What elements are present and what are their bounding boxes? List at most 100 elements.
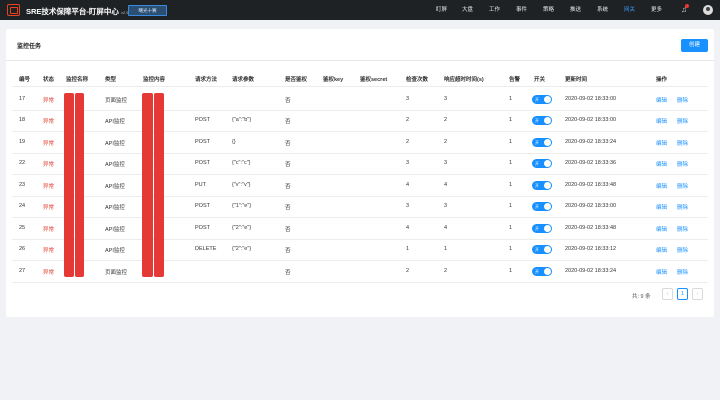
header-divider — [12, 86, 708, 87]
row-divider — [12, 217, 708, 218]
cell-status: 异常 — [43, 270, 55, 276]
cell-id: 24 — [19, 203, 26, 209]
edit-link[interactable]: 编辑 — [656, 96, 667, 104]
delete-link[interactable]: 删除 — [677, 160, 688, 168]
create-button[interactable]: 创建 — [681, 39, 708, 52]
switch-label: 开 — [535, 247, 539, 252]
edit-link[interactable]: 编辑 — [656, 225, 667, 233]
cell-auth: 否 — [285, 141, 291, 147]
enable-switch[interactable]: 开 — [532, 245, 552, 254]
row-divider — [12, 260, 708, 261]
cell-method: POST — [195, 225, 210, 231]
cell-timeout: 3 — [444, 160, 448, 166]
cell-alarm: 1 — [509, 225, 513, 231]
app-title: SRE技术保障平台-盯屏中心 v2.5.5 — [26, 7, 132, 16]
column-header-13: 开关 — [534, 77, 546, 83]
cell-method: POST — [195, 139, 210, 145]
cell-alarm: 1 — [509, 246, 513, 252]
cell-updated: 2020-09-02 18:33:24 — [565, 139, 617, 145]
cell-type: 页面监控 — [105, 98, 128, 104]
edit-link[interactable]: 编辑 — [656, 246, 667, 254]
enable-switch[interactable]: 开 — [532, 202, 552, 211]
cell-updated: 2020-09-02 18:33:48 — [565, 182, 617, 188]
cell-auth: 否 — [285, 205, 291, 211]
enable-switch[interactable]: 开 — [532, 181, 552, 190]
switch-label: 开 — [535, 97, 539, 102]
nav-item-6[interactable]: 系统 — [597, 0, 608, 20]
cell-method: DELETE — [195, 246, 217, 252]
cell-auth: 否 — [285, 270, 291, 276]
edit-link[interactable]: 编辑 — [656, 182, 667, 190]
switch-knob — [544, 160, 551, 167]
cell-status: 异常 — [43, 162, 55, 168]
cell-auth: 否 — [285, 98, 291, 104]
nav-item-3[interactable]: 事件 — [516, 0, 527, 20]
switch-knob — [544, 268, 551, 275]
next-page-button[interactable]: › — [692, 288, 703, 300]
cell-checks: 4 — [406, 225, 410, 231]
cell-params: {"v":"v"} — [232, 182, 251, 188]
cell-status: 异常 — [43, 98, 55, 104]
enable-switch[interactable]: 开 — [532, 116, 552, 125]
column-header-12: 告警 — [509, 77, 521, 83]
nav-item-1[interactable]: 大盘 — [462, 0, 473, 20]
cell-status: 异常 — [43, 141, 55, 147]
column-header-14: 更新时间 — [565, 77, 588, 83]
nav-item-2[interactable]: 工作 — [489, 0, 500, 20]
avatar-icon[interactable] — [703, 5, 713, 15]
cell-auth: 否 — [285, 162, 291, 168]
switch-label: 开 — [535, 226, 539, 231]
prev-page-button[interactable]: ‹ — [662, 288, 673, 300]
row-divider — [12, 196, 708, 197]
delete-link[interactable]: 删除 — [677, 117, 688, 125]
page-1-button[interactable]: 1 — [677, 288, 688, 300]
tenant-button[interactable]: 曙光十赛 — [128, 5, 167, 16]
logo-icon — [7, 4, 20, 16]
delete-link[interactable]: 删除 — [677, 225, 688, 233]
pagination-total: 共: 9 条 — [632, 294, 651, 300]
cell-id: 23 — [19, 182, 26, 188]
edit-link[interactable]: 编辑 — [656, 117, 667, 125]
delete-link[interactable]: 删除 — [677, 139, 688, 147]
cell-timeout: 2 — [444, 117, 448, 123]
delete-link[interactable]: 删除 — [677, 182, 688, 190]
edit-link[interactable]: 编辑 — [656, 160, 667, 168]
switch-label: 开 — [535, 161, 539, 166]
edit-link[interactable]: 编辑 — [656, 139, 667, 147]
row-divider — [12, 282, 708, 283]
cell-updated: 2020-09-02 18:33:00 — [565, 96, 617, 102]
enable-switch[interactable]: 开 — [532, 138, 552, 147]
column-header-7: 是否鉴权 — [285, 77, 308, 83]
cell-type: API监控 — [105, 227, 125, 233]
delete-link[interactable]: 删除 — [677, 246, 688, 254]
edit-link[interactable]: 编辑 — [656, 203, 667, 211]
cell-timeout: 3 — [444, 96, 448, 102]
enable-switch[interactable]: 开 — [532, 224, 552, 233]
nav-item-0[interactable]: 盯屏 — [436, 0, 447, 20]
nav-item-4[interactable]: 策略 — [543, 0, 554, 20]
delete-link[interactable]: 删除 — [677, 268, 688, 276]
enable-switch[interactable]: 开 — [532, 267, 552, 276]
redaction-bar — [154, 93, 164, 277]
nav-item-8[interactable]: 更多 — [651, 0, 662, 20]
chevron-left-icon: ‹ — [666, 291, 669, 297]
cell-params: {"a":"b"} — [232, 117, 252, 123]
cell-status: 异常 — [43, 184, 55, 190]
switch-label: 开 — [535, 140, 539, 145]
delete-link[interactable]: 删除 — [677, 96, 688, 104]
cell-id: 22 — [19, 160, 26, 166]
nav-item-5[interactable]: 推送 — [570, 0, 581, 20]
nav-item-7[interactable]: 网关 — [624, 0, 635, 20]
edit-link[interactable]: 编辑 — [656, 268, 667, 276]
delete-link[interactable]: 删除 — [677, 203, 688, 211]
redaction-bar — [75, 93, 84, 277]
cell-id: 25 — [19, 225, 26, 231]
enable-switch[interactable]: 开 — [532, 159, 552, 168]
enable-switch[interactable]: 开 — [532, 95, 552, 104]
cell-updated: 2020-09-02 18:33:24 — [565, 268, 617, 274]
cell-alarm: 1 — [509, 96, 513, 102]
cell-method: PUT — [195, 182, 206, 188]
cell-params: {"2":"e"} — [232, 225, 252, 231]
cell-id: 27 — [19, 268, 26, 274]
notification-dot — [685, 4, 689, 8]
